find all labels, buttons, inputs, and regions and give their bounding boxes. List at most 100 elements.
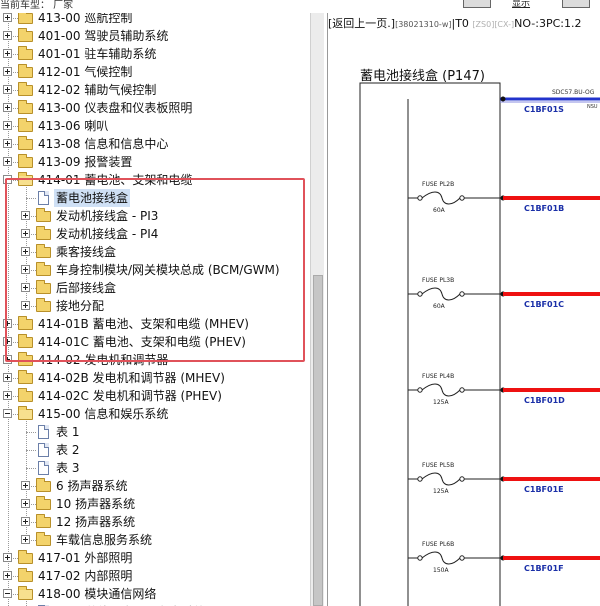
tree-node-label-selected[interactable]: 蓄电池接线盒 (54, 189, 131, 207)
expand-icon[interactable] (3, 103, 12, 112)
tree-scrollbar[interactable] (310, 13, 324, 606)
tree-node-label[interactable]: 接地分配 (56, 297, 104, 315)
expand-icon[interactable] (3, 157, 12, 166)
tree-node-label[interactable]: 414-02B 发电机和调节器 (MHEV) (38, 369, 225, 387)
tree-node[interactable]: 414-02B 发电机和调节器 (MHEV) (0, 369, 310, 387)
tree-node[interactable]: 发动机接线盒 - PI3 (0, 207, 310, 225)
tree-node[interactable]: 10 扬声器系统 (0, 495, 310, 513)
tree-node[interactable]: 412-01 气候控制 (0, 63, 310, 81)
tree-node[interactable]: 后部接线盒 (0, 279, 310, 297)
expand-icon[interactable] (21, 211, 30, 220)
tree-node-label[interactable]: 发动机接线盒 - PI4 (56, 225, 158, 243)
tree-node[interactable]: 418-00 模块通信网络 (0, 585, 310, 603)
toolbar-button-1[interactable] (463, 0, 491, 8)
tree-node-label[interactable]: 417-02 内部照明 (38, 567, 132, 585)
tree-node-label[interactable]: 12 扬声器系统 (56, 513, 135, 531)
tree-node-label[interactable]: 414-01B 蓄电池、支架和电缆 (MHEV) (38, 315, 249, 333)
tree-node[interactable]: 417-02 内部照明 (0, 567, 310, 585)
tree-node-label[interactable]: 乘客接线盒 (56, 243, 116, 261)
expand-icon[interactable] (3, 13, 12, 22)
tree-node[interactable]: 413-06 喇叭 (0, 117, 310, 135)
toolbar-button-2[interactable] (562, 0, 590, 8)
tree-node-label[interactable]: 418-00 模块通信网络 (38, 585, 156, 603)
tree-scrollbar-thumb[interactable] (313, 275, 323, 606)
collapse-icon[interactable] (3, 409, 12, 418)
collapse-icon[interactable] (3, 175, 12, 184)
tree-node-label[interactable]: 413-00 巡航控制 (38, 13, 132, 27)
tree-node-label[interactable]: 表 3 (56, 459, 79, 477)
tree-node[interactable]: 401-00 驾驶员辅助系统 (0, 27, 310, 45)
tree-node-label[interactable]: 413-06 喇叭 (38, 117, 108, 135)
expand-icon[interactable] (3, 571, 12, 580)
expand-icon[interactable] (21, 265, 30, 274)
tree-node-label[interactable]: 发动机接线盒 - PI3 (56, 207, 158, 225)
tree-node[interactable]: 401-01 驻车辅助系统 (0, 45, 310, 63)
expand-icon[interactable] (3, 553, 12, 562)
tree-node-label[interactable]: 414-01C 蓄电池、支架和电缆 (PHEV) (38, 333, 246, 351)
tree-node[interactable]: 414-02 发电机和调节器 (0, 351, 310, 369)
tree-node-label[interactable]: 413-00 仪表盘和仪表板照明 (38, 99, 192, 117)
expand-icon[interactable] (3, 67, 12, 76)
tree-node-label[interactable]: 412-02 辅助气候控制 (38, 81, 156, 99)
tree-node[interactable]: 413-00 巡航控制 (0, 13, 310, 27)
expand-icon[interactable] (21, 535, 30, 544)
tree-node-label[interactable]: 414-01 蓄电池、支架和电缆 (38, 171, 192, 189)
tree-node-label[interactable]: 车身控制模块/网关模块总成 (BCM/GWM) (56, 261, 280, 279)
tree-node[interactable]: 414-01B 蓄电池、支架和电缆 (MHEV) (0, 315, 310, 333)
expand-icon[interactable] (3, 139, 12, 148)
tree-node[interactable]: 414-01C 蓄电池、支架和电缆 (PHEV) (0, 333, 310, 351)
tree-node[interactable]: 发动机接线盒 - PI4 (0, 225, 310, 243)
tree-node[interactable]: 表 2 (0, 441, 310, 459)
tree-node-label[interactable]: 10 扬声器系统 (56, 495, 135, 513)
tree-node-label[interactable]: 后部接线盒 (56, 279, 116, 297)
collapse-icon[interactable] (3, 589, 12, 598)
tree-node[interactable]: 413-08 信息和信息中心 (0, 135, 310, 153)
tree-node[interactable]: 车载信息服务系统 (0, 531, 310, 549)
tree-node[interactable]: 6 扬声器系统 (0, 477, 310, 495)
expand-icon[interactable] (3, 31, 12, 40)
tree-node[interactable]: 415-00 信息和娱乐系统 (0, 405, 310, 423)
tree-node-label[interactable]: 413-09 报警装置 (38, 153, 132, 171)
tree-node-label[interactable]: 417-01 外部照明 (38, 549, 132, 567)
tree-node[interactable]: 414-02C 发电机和调节器 (PHEV) (0, 387, 310, 405)
tree-node-label[interactable]: 401-01 驻车辅助系统 (38, 45, 156, 63)
expand-icon[interactable] (21, 301, 30, 310)
expand-icon[interactable] (3, 85, 12, 94)
expand-icon[interactable] (3, 373, 12, 382)
tree-node[interactable]: 接地分配 (0, 297, 310, 315)
tree-node[interactable]: 车身控制模块/网关模块总成 (BCM/GWM) (0, 261, 310, 279)
expand-icon[interactable] (3, 355, 12, 364)
tree-node-label[interactable]: 412-01 气候控制 (38, 63, 132, 81)
tree-node-label[interactable]: 414-02 发电机和调节器 (38, 351, 168, 369)
tree-node[interactable]: 表 3 (0, 459, 310, 477)
expand-icon[interactable] (21, 229, 30, 238)
tree-node-label[interactable]: 表 2 (56, 441, 79, 459)
tree-node[interactable]: 12 扬声器系统 (0, 513, 310, 531)
expand-icon[interactable] (21, 247, 30, 256)
expand-icon[interactable] (3, 319, 12, 328)
tree-node-label[interactable]: 413-08 信息和信息中心 (38, 135, 168, 153)
tree-node-label[interactable]: 表 1 (56, 423, 79, 441)
expand-icon[interactable] (3, 49, 12, 58)
expand-icon[interactable] (3, 391, 12, 400)
tree-node-label[interactable]: 414-02C 发电机和调节器 (PHEV) (38, 387, 222, 405)
tree-node[interactable]: 412-02 辅助气候控制 (0, 81, 310, 99)
tree-node[interactable]: 413-00 仪表盘和仪表板照明 (0, 99, 310, 117)
tree-node[interactable]: 417-01 外部照明 (0, 549, 310, 567)
tree-node[interactable]: 413-09 报警装置 (0, 153, 310, 171)
tree-node-label[interactable]: 415-00 信息和娱乐系统 (38, 405, 168, 423)
tree-node[interactable]: 蓄电池接线盒 (0, 189, 310, 207)
tree-node-label[interactable]: 车载信息服务系统 (56, 531, 152, 549)
expand-icon[interactable] (21, 481, 30, 490)
toolbar-button-label[interactable]: 显示 (512, 0, 530, 9)
expand-icon[interactable] (3, 121, 12, 130)
tree-node[interactable]: 乘客接线盒 (0, 243, 310, 261)
expand-icon[interactable] (21, 283, 30, 292)
tree-node-label[interactable]: 6 扬声器系统 (56, 477, 127, 495)
tree-node[interactable]: 表 1 (0, 423, 310, 441)
expand-icon[interactable] (3, 337, 12, 346)
tree-node-label[interactable]: 401-00 驾驶员辅助系统 (38, 27, 168, 45)
expand-icon[interactable] (21, 499, 30, 508)
expand-icon[interactable] (21, 517, 30, 526)
tree-node[interactable]: 414-01 蓄电池、支架和电缆 (0, 171, 310, 189)
